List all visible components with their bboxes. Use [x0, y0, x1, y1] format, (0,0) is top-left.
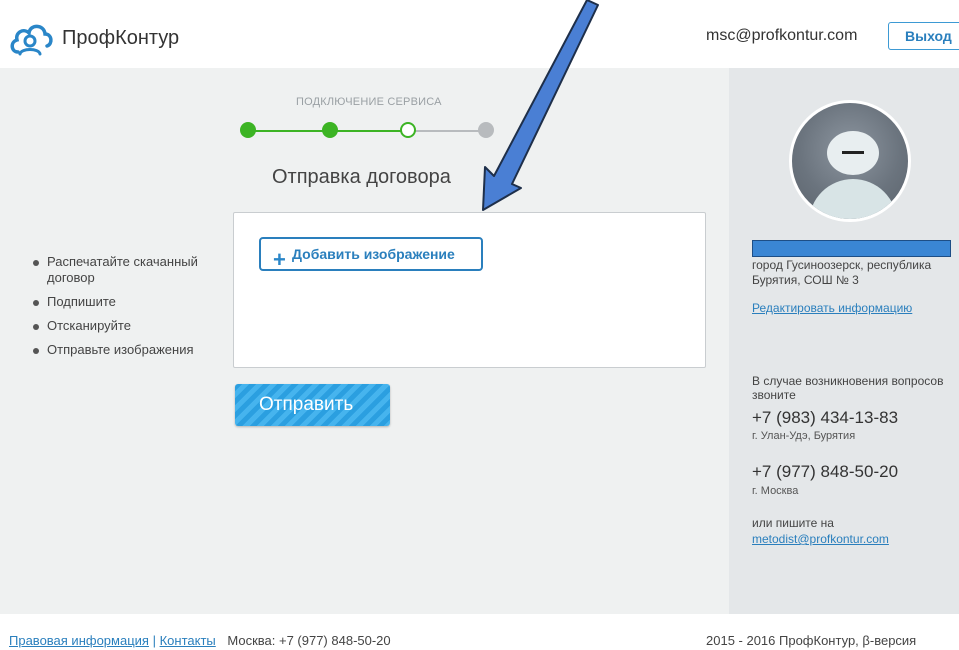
logo[interactable]: ПрофКонтур: [8, 18, 179, 58]
write-note: или пишите на: [752, 516, 834, 530]
edit-profile-link[interactable]: Редактировать информацию: [752, 301, 912, 315]
phone-ulan-ude: +7 (983) 434-13-83: [752, 408, 899, 427]
instruction-item: Отсканируйте: [33, 318, 223, 334]
step-connector: [330, 130, 406, 132]
logout-button[interactable]: Выход: [888, 22, 959, 50]
page-title: Отправка договора: [272, 166, 451, 188]
step-connector: [408, 130, 486, 132]
instruction-item: Подпишите: [33, 294, 223, 310]
step-connector: [248, 130, 330, 132]
wizard-caption: ПОДКЛЮЧЕНИЕ СЕРВИСА: [296, 96, 442, 108]
support-email-link[interactable]: metodist@profkontur.com: [752, 532, 889, 546]
header: ПрофКонтур msc@profkontur.com Выход: [0, 0, 959, 68]
cloud-people-logo-icon: [10, 24, 53, 56]
add-image-button[interactable]: + Добавить изображение: [259, 237, 483, 271]
plus-icon: +: [273, 247, 286, 272]
legal-info-link[interactable]: Правовая информация: [9, 633, 149, 648]
footer-copyright: 2015 - 2016 ПрофКонтур, β-версия: [706, 633, 917, 648]
city-moscow: г. Москва: [752, 485, 799, 497]
avatar-figure-eyes: [842, 151, 864, 154]
footer-separator: |: [152, 633, 156, 648]
profile-location: город Гусиноозерск, республика Бурятия, …: [752, 258, 932, 287]
instruction-item: Отправьте изображения: [33, 342, 223, 358]
instruction-list: Распечатайте скачанный договор Подпишите…: [33, 254, 223, 366]
instruction-item: Распечатайте скачанный договор: [33, 254, 223, 286]
footer-moscow-phone: Москва: +7 (977) 848-50-20: [227, 633, 391, 648]
add-image-label: Добавить изображение: [292, 246, 455, 262]
step-4-pending: [478, 122, 494, 138]
step-2-done: [322, 122, 338, 138]
step-1-done: [240, 122, 256, 138]
brand-name: ПрофКонтур: [62, 26, 180, 49]
contacts-link[interactable]: Контакты: [160, 633, 216, 648]
user-email: msc@profkontur.com: [706, 27, 858, 44]
avatar[interactable]: [789, 100, 911, 222]
avatar-figure-body: [809, 179, 897, 219]
step-3-current: [400, 122, 416, 138]
submit-button[interactable]: Отправить: [235, 384, 390, 426]
footer-links: Правовая информация | Контакты Москва: +…: [9, 633, 391, 648]
contact-intro: В случае возникновения вопросов звоните: [752, 374, 944, 402]
image-upload-area[interactable]: + Добавить изображение: [233, 212, 706, 368]
city-ulan-ude: г. Улан-Удэ, Бурятия: [752, 430, 856, 442]
footer: Правовая информация | Контакты Москва: +…: [0, 614, 959, 650]
phone-moscow: +7 (977) 848-50-20: [752, 462, 899, 481]
redacted-name-bar: [752, 240, 951, 257]
